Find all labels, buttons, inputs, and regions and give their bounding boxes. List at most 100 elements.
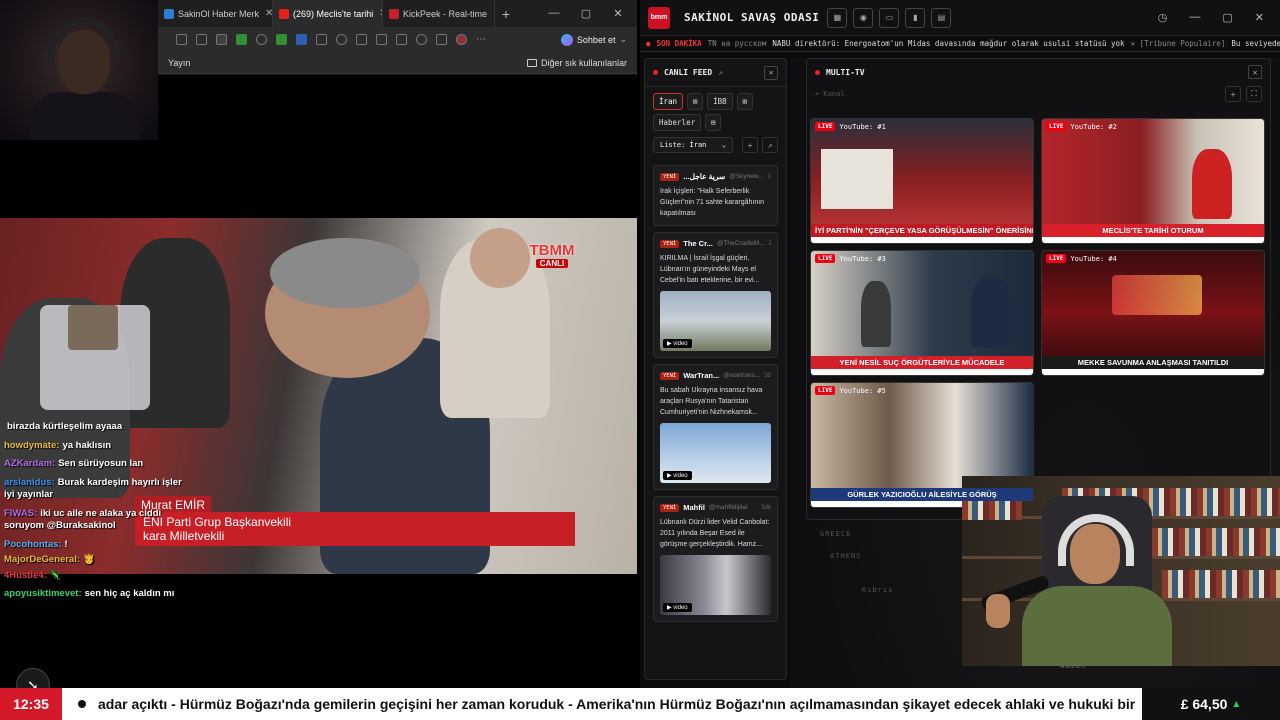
feed-card[interactable]: YENİ WarTran... @wartrans... 3dk Bu saba…	[653, 364, 778, 490]
translate-icon[interactable]	[296, 34, 307, 45]
feed-time: 2dk	[769, 241, 771, 247]
split-screen-icon[interactable]	[356, 34, 367, 45]
copilot-chat-button[interactable]: Sohbet et ⌄	[560, 33, 637, 46]
tv-tile-3[interactable]: LIVE YouTube: #3 YENİ NESİL SUÇ ÖRGÜTLERİ…	[810, 250, 1034, 376]
collections-icon[interactable]	[176, 34, 187, 45]
tv-presenter	[1192, 149, 1232, 219]
tv-ticker-strip	[1042, 237, 1264, 243]
maximize-button[interactable]: ▢	[575, 7, 597, 20]
tv-caption: MECLİS'TE TARİHİ OTURUM	[1042, 224, 1264, 237]
favorites-icon[interactable]	[376, 34, 387, 45]
feed-text: Lübnanlı Dürzi lider Velid Canbolat: 201…	[660, 519, 770, 548]
tv-source: YouTube: #1	[839, 122, 886, 131]
feed-time: 1dk	[767, 173, 771, 180]
tab-sakinol-haber[interactable]: SakinOl Haber Merk ✕	[158, 0, 273, 27]
folder-icon	[526, 58, 537, 67]
feed-text: Irak İçişleri: "Halk Seferberlik Güçleri…	[660, 188, 765, 217]
lower-third-line1: ENİ Parti Grup Başkanvekili	[143, 515, 292, 529]
heart-icon[interactable]	[416, 34, 427, 45]
add-icon[interactable]: +	[742, 137, 758, 153]
history-icon[interactable]: ◷	[1158, 11, 1168, 24]
tv-tile-1[interactable]: LIVE YouTube: #1 İYİ PARTİ'NİN "ÇERÇEVE Y…	[810, 118, 1034, 244]
close-icon[interactable]: ✕	[1248, 65, 1262, 79]
grid-icon[interactable]: ▦	[827, 7, 848, 28]
tv-tile-2[interactable]: LIVE YouTube: #2 MECLİS'TE TARİHİ OTURUM	[1041, 118, 1265, 244]
close-icon[interactable]: ✕	[265, 8, 272, 19]
dashboard-logo: bmm	[648, 6, 670, 29]
breaking-news-ticker: ● SON DAKİKA ТN на русском NABU direktör…	[640, 36, 1280, 52]
extension-icon[interactable]	[216, 34, 227, 45]
add-channel-label[interactable]: + Kanal	[815, 90, 845, 98]
calculator-icon[interactable]: ▤	[931, 7, 952, 28]
tab-label: (269) Meclis'te tarihi	[293, 8, 374, 19]
chat-message: FIWAS: iki uc aile ne alaka ya ciddi soru…	[4, 508, 194, 533]
feed-tab-grid-icon[interactable]: ⊞	[687, 93, 704, 110]
extension-green-icon[interactable]	[236, 34, 247, 45]
chat-username: howdymate:	[4, 439, 60, 451]
feed-card[interactable]: YENİ The Cr... @TheCradleM... 2dk KIRILM…	[653, 232, 778, 358]
external-link-icon[interactable]: ↗	[762, 137, 778, 153]
profile-avatar[interactable]	[456, 34, 467, 45]
tv-inset-studio	[821, 149, 893, 209]
bookmark-yayin[interactable]: Yayın	[168, 58, 190, 68]
lower-third-line2: kara Milletvekili	[143, 529, 225, 543]
youtube-icon	[279, 8, 289, 19]
other-bookmarks[interactable]: Diğer sık kullanılanlar	[526, 58, 627, 68]
tv-graphic	[1112, 275, 1202, 315]
feed-tab-ibb[interactable]: İBB	[707, 93, 733, 110]
more-icon[interactable]: ⋯	[476, 34, 486, 45]
external-link-icon[interactable]: ↗	[718, 68, 723, 77]
close-window-button[interactable]: ✕	[607, 7, 629, 20]
tv-label: LIVE YouTube: #2	[1046, 122, 1117, 131]
extension-icon[interactable]	[316, 34, 327, 45]
bookmarks-bar: Yayın Diğer sık kullanılanlar	[158, 52, 637, 74]
video-badge: ▶ video	[663, 603, 692, 612]
extension-icon[interactable]	[256, 34, 267, 45]
new-badge: YENİ	[660, 371, 680, 380]
fullscreen-icon[interactable]: ⛶	[1246, 86, 1262, 102]
streamer-webcam	[962, 476, 1280, 666]
feed-tab-grid-icon[interactable]: ⊞	[705, 114, 722, 131]
feed-tab-haberler[interactable]: Haberler	[653, 114, 702, 131]
chat-message: 4Hustle4: 🦎	[4, 570, 194, 583]
chart-icon[interactable]: ▮	[905, 7, 926, 28]
ticker-label: SON DAKİKA	[656, 39, 702, 48]
tab-youtube-meclis[interactable]: (269) Meclis'te tarihi ✕	[273, 0, 383, 27]
tv-tile-4[interactable]: LIVE YouTube: #4 MEKKE SAVUNMA ANLAŞMASI …	[1041, 250, 1265, 376]
feed-card[interactable]: YENİ ...سرية عاجل @Skynew... 1dk Irak İç…	[653, 165, 778, 226]
feed-card-header: YENİ WarTran... @wartrans... 3dk	[660, 371, 771, 380]
maximize-button[interactable]: ▢	[1222, 11, 1232, 24]
minimize-button[interactable]: —	[1189, 11, 1200, 24]
history-icon[interactable]	[396, 34, 407, 45]
new-tab-button[interactable]: +	[495, 6, 517, 22]
tv-ticker-strip	[1042, 369, 1264, 375]
kickpeek-icon	[389, 8, 399, 19]
refresh-icon[interactable]	[336, 34, 347, 45]
add-icon[interactable]: +	[1225, 86, 1241, 102]
copilot-icon	[560, 33, 573, 46]
extension-icon[interactable]	[276, 34, 287, 45]
video-badge: ▶ video	[663, 339, 692, 348]
live-badge: LIVE	[815, 386, 836, 395]
rss-icon[interactable]: ◉	[853, 7, 874, 28]
star-icon[interactable]	[196, 34, 207, 45]
new-badge: YENİ	[660, 239, 680, 248]
tv-source: YouTube: #3	[839, 254, 886, 263]
ticker-source: ТN на русском	[707, 39, 767, 48]
minimize-button[interactable]: —	[543, 7, 565, 20]
feed-video-thumbnail[interactable]: ▶ video	[660, 423, 771, 483]
tv-tile-5[interactable]: LIVE YouTube: #5 GÜRLEK YAZICIOĞLU AİLESİ…	[810, 382, 1034, 508]
feed-video-thumbnail[interactable]: ▶ video	[660, 555, 771, 615]
tab-kickpeek[interactable]: KickPeek - Real-time ✕	[383, 0, 495, 27]
tv-icon[interactable]: ▭	[879, 7, 900, 28]
list-select[interactable]: Liste: İran ⌄	[653, 137, 733, 153]
screenshot-icon[interactable]	[436, 34, 447, 45]
feed-tab-iran[interactable]: İran	[653, 93, 684, 110]
feed-video-thumbnail[interactable]: ▶ video	[660, 291, 771, 351]
tv-caption: MEKKE SAVUNMA ANLAŞMASI TANITILDI	[1042, 356, 1264, 369]
feed-tab-grid-icon[interactable]: ⊞	[736, 93, 753, 110]
close-window-button[interactable]: ✕	[1255, 11, 1264, 24]
price-up-icon: ▲	[1231, 698, 1242, 710]
close-icon[interactable]: ✕	[764, 65, 778, 80]
feed-card[interactable]: YENİ Mahfil @mahfildijital 5dk Lübnanlı …	[653, 496, 778, 622]
